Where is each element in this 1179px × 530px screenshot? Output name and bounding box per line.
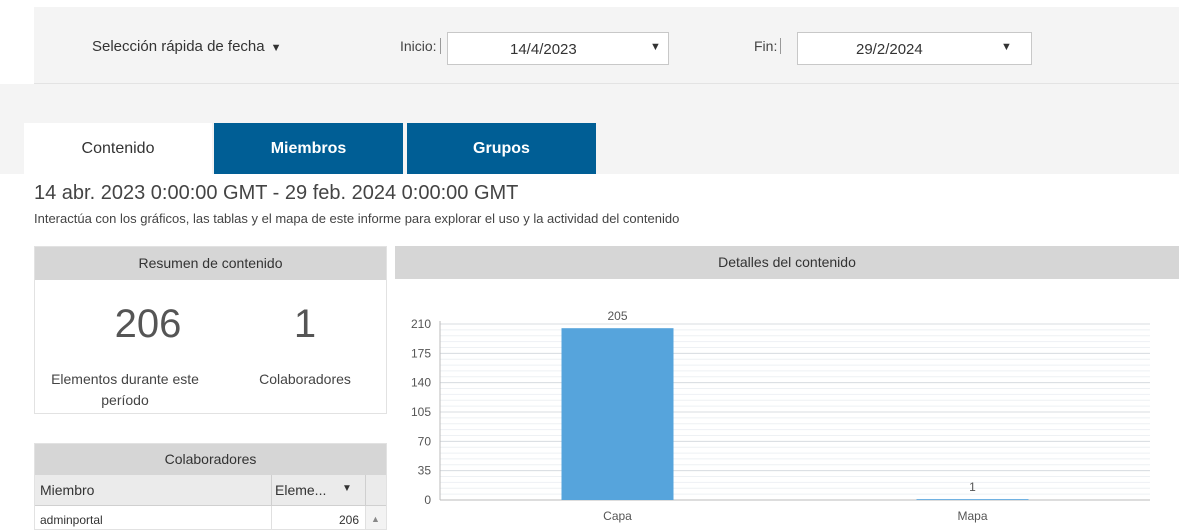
- collaborators-panel: Colaboradores Miembro Eleme... ▼ adminpo…: [34, 443, 387, 530]
- table-row[interactable]: adminportal 206 ▲: [35, 506, 386, 529]
- content-details-chart: 0 35 70 105 140 175 210 205 Capa 1 Mapa: [411, 309, 1150, 523]
- row-member: adminportal: [40, 513, 103, 527]
- bar-capa: [561, 328, 674, 500]
- tab-contenido[interactable]: Contenido: [24, 123, 212, 174]
- items-count-label: Elementos durante este período: [51, 371, 199, 408]
- chevron-down-icon: ▼: [1001, 41, 1012, 53]
- collaborators-title: Colaboradores: [35, 444, 386, 475]
- start-date-value: 14/4/2023: [510, 41, 577, 58]
- end-date-label: Fin:: [754, 38, 782, 54]
- quick-date-select[interactable]: Selección rápida de fecha ▼: [92, 38, 282, 55]
- end-date-select[interactable]: 29/2/2024 ▼: [797, 32, 1032, 65]
- data-label: 205: [607, 309, 627, 323]
- y-tick-label: 175: [411, 346, 431, 360]
- start-date-select[interactable]: 14/4/2023 ▼: [447, 32, 669, 65]
- chevron-down-icon: ▼: [650, 41, 661, 53]
- tab-miembros[interactable]: Miembros: [214, 123, 403, 174]
- caret-down-icon: ▼: [270, 42, 282, 54]
- y-tick-label: 0: [424, 493, 431, 507]
- data-label: 1: [969, 480, 976, 494]
- end-date-value: 29/2/2024: [856, 41, 923, 58]
- sort-down-icon[interactable]: ▼: [342, 483, 352, 494]
- y-tick-label: 70: [418, 434, 432, 448]
- scroll-up-icon[interactable]: ▲: [371, 514, 380, 524]
- collaborators-count-label: Colaboradores: [259, 371, 351, 387]
- start-date-label: Inicio:: [400, 38, 441, 54]
- y-tick-label: 105: [411, 405, 431, 419]
- content-summary-title: Resumen de contenido: [35, 247, 386, 280]
- y-tick-label: 210: [411, 317, 431, 331]
- content-details-panel: Detalles del contenido 0 35 70 105 140 175 210…: [395, 246, 1179, 530]
- x-tick-label: Capa: [603, 509, 632, 523]
- bar-mapa: [916, 499, 1029, 500]
- report-date-range: 14 abr. 2023 0:00:00 GMT - 29 feb. 2024 …: [34, 182, 519, 204]
- items-count: 206: [114, 302, 182, 346]
- quick-date-select-label: Selección rápida de fecha: [92, 38, 265, 55]
- table-header: Miembro Eleme... ▼: [35, 475, 386, 506]
- y-tick-label: 35: [418, 464, 432, 478]
- x-tick-label: Mapa: [957, 509, 987, 523]
- column-items[interactable]: Eleme...: [275, 482, 326, 498]
- column-member[interactable]: Miembro: [40, 482, 94, 498]
- collaborators-count: 1: [293, 302, 317, 346]
- content-details-title: Detalles del contenido: [395, 246, 1179, 279]
- y-tick-label: 140: [411, 376, 431, 390]
- report-subtitle: Interactúa con los gráficos, las tablas …: [34, 211, 680, 226]
- row-items: 206: [338, 513, 359, 527]
- content-summary-panel: Resumen de contenido 206 Elementos duran…: [34, 246, 387, 414]
- tab-grupos[interactable]: Grupos: [407, 123, 596, 174]
